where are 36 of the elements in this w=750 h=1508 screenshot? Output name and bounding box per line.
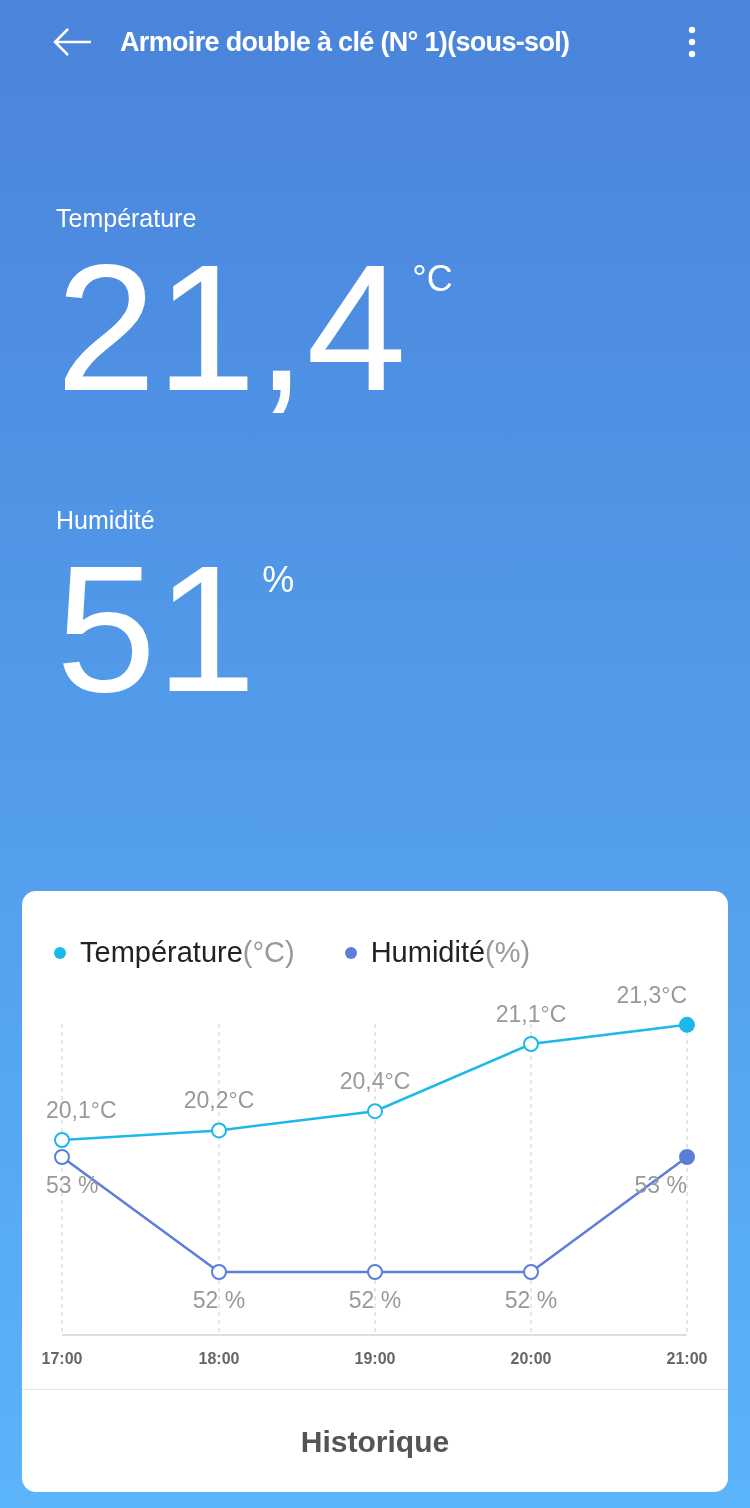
data-label: 21,3°C xyxy=(616,981,687,1008)
data-label: 21,1°C xyxy=(495,1001,567,1027)
x-axis-label: 19:00 xyxy=(354,1350,396,1367)
data-label: 20,4°C xyxy=(339,1068,411,1095)
data-label: 52 % xyxy=(348,1287,402,1313)
reading-label: Température xyxy=(56,203,198,234)
data-point xyxy=(211,1264,227,1280)
unit-label: °C xyxy=(412,256,453,301)
x-axis-label: 20:00 xyxy=(510,1350,552,1367)
data-point xyxy=(523,1036,539,1052)
data-point xyxy=(367,1103,383,1120)
x-axis-label: 18:00 xyxy=(198,1350,240,1367)
legend-label: Humidité(%) xyxy=(370,935,531,971)
more-options-icon[interactable] xyxy=(688,26,696,58)
page-title: Armoire double à clé (N° 1)(sous-sol) xyxy=(120,25,571,59)
data-label: 20,2°C xyxy=(183,1087,255,1114)
reading-value: 51 xyxy=(56,539,257,719)
data-point xyxy=(211,1122,227,1139)
unit-label: % xyxy=(262,558,295,602)
data-label: 52 % xyxy=(192,1287,246,1313)
x-axis-label: 17:00 xyxy=(41,1350,83,1367)
x-axis-label: 21:00 xyxy=(666,1350,708,1367)
data-label: 53 % xyxy=(46,1172,99,1198)
data-point xyxy=(679,1149,695,1165)
back-arrow-icon[interactable] xyxy=(52,27,92,57)
data-point xyxy=(523,1264,539,1280)
data-point xyxy=(679,1016,695,1033)
data-label: 20,1°C xyxy=(46,1097,117,1123)
reading-label: Humidité xyxy=(56,504,156,536)
legend-label: Température(°C) xyxy=(80,935,295,971)
reading-value: 21,4 xyxy=(56,237,407,418)
data-label: 52 % xyxy=(504,1287,558,1313)
data-point xyxy=(54,1132,70,1148)
data-point xyxy=(54,1149,70,1165)
data-point xyxy=(367,1264,383,1280)
history-button[interactable]: Historique xyxy=(22,1390,728,1492)
